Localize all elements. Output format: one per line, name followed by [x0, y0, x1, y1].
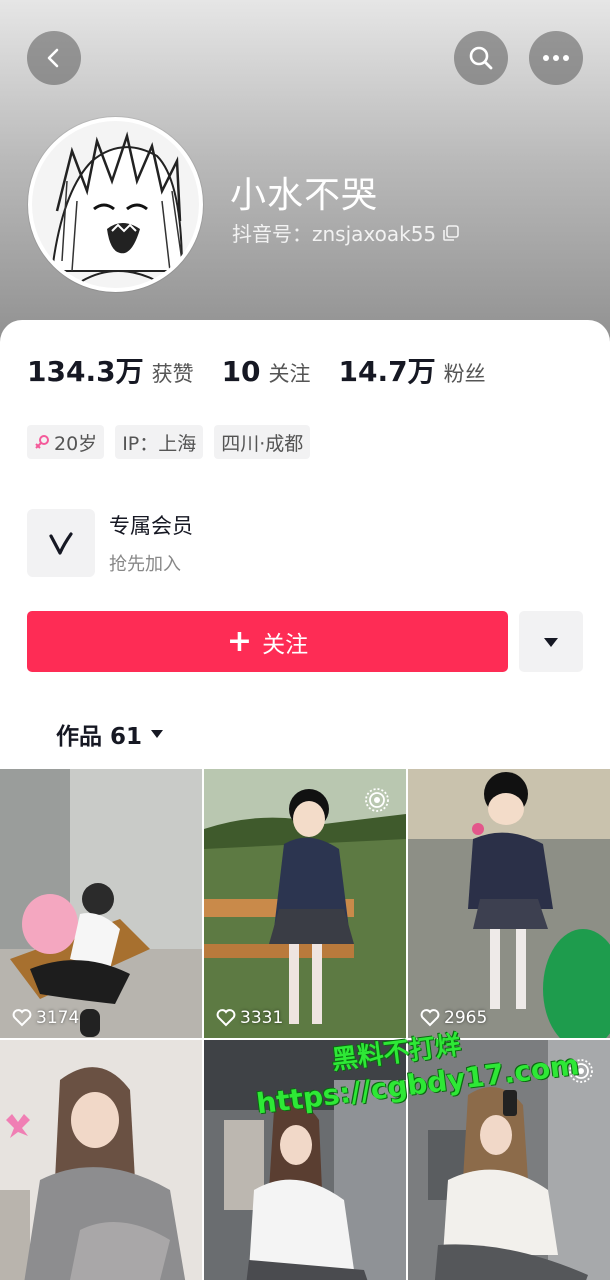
back-button[interactable]: [27, 31, 81, 85]
like-count-text: 3174: [36, 1008, 80, 1028]
manga-avatar-image: [32, 121, 199, 288]
like-count: 3331: [216, 1008, 283, 1028]
stat-likes[interactable]: 134.3万 获赞: [27, 350, 194, 390]
age-text: 20岁: [54, 432, 98, 455]
location-tag: 四川·成都: [214, 425, 311, 459]
exclusive-member-entry[interactable]: 专属会员 抢先加入: [27, 509, 193, 577]
follow-label: 关注: [262, 631, 309, 658]
nickname: 小水不哭: [230, 175, 379, 216]
caret-down-icon: [151, 730, 164, 738]
like-count-text: 3331: [240, 1008, 284, 1028]
age-tag: 20岁: [27, 425, 105, 459]
like-count: 3174: [12, 1008, 79, 1028]
plus-icon: +: [226, 623, 253, 659]
stat-likes-label: 获赞: [151, 362, 194, 386]
recommend-dropdown-button[interactable]: [519, 611, 583, 672]
heart-icon: [420, 1009, 440, 1027]
search-button[interactable]: [454, 31, 508, 85]
video-thumbnail[interactable]: 3174: [0, 769, 202, 1038]
heart-icon: [216, 1009, 236, 1027]
ip-tag: IP：上海: [115, 425, 204, 459]
more-dots-icon: [543, 55, 569, 61]
works-label: 作品 61: [56, 724, 143, 750]
female-gender-icon: [35, 435, 49, 449]
stat-followers-value: 14.7万: [338, 355, 436, 388]
stat-likes-value: 134.3万: [27, 355, 144, 388]
location-text: 四川·成都: [221, 432, 304, 455]
ip-text: IP：上海: [122, 432, 197, 455]
search-icon: [469, 46, 493, 70]
member-title: 专属会员: [109, 514, 193, 538]
stat-followers-label: 粉丝: [443, 362, 486, 386]
member-logo: [27, 509, 95, 577]
v-logo-icon: [49, 532, 73, 555]
stat-followers[interactable]: 14.7万 粉丝: [339, 350, 486, 390]
douyin-id-text: 抖音号：znsjaxoak55: [232, 222, 437, 246]
heart-icon: [12, 1009, 32, 1027]
video-cover-image: [408, 769, 610, 1038]
follow-button[interactable]: + 关注: [27, 611, 508, 672]
stat-following-label: 关注: [268, 362, 311, 386]
video-cover-image: [0, 1040, 202, 1280]
tab-works[interactable]: 作品 61: [56, 717, 164, 751]
video-thumbnail[interactable]: [0, 1040, 202, 1280]
video-thumbnail[interactable]: 3331: [204, 769, 406, 1038]
stat-following-value: 10: [221, 355, 261, 388]
profile-stats: 134.3万 获赞 10 关注 14.7万 粉丝: [27, 350, 514, 390]
douyin-id[interactable]: 抖音号：znsjaxoak55: [232, 218, 460, 247]
video-thumbnail[interactable]: 2965: [408, 769, 610, 1038]
stat-following[interactable]: 10 关注: [222, 355, 311, 388]
more-button[interactable]: [529, 31, 583, 85]
caret-down-icon: [544, 637, 558, 647]
chevron-left-icon: [47, 48, 59, 68]
member-subtitle: 抢先加入: [109, 554, 181, 575]
copy-icon[interactable]: [442, 224, 460, 242]
profile-tags: 20岁 IP：上海 四川·成都: [27, 425, 311, 459]
video-cover-image: [0, 769, 202, 1038]
avatar[interactable]: [28, 117, 203, 292]
live-photo-icon: [365, 788, 389, 812]
